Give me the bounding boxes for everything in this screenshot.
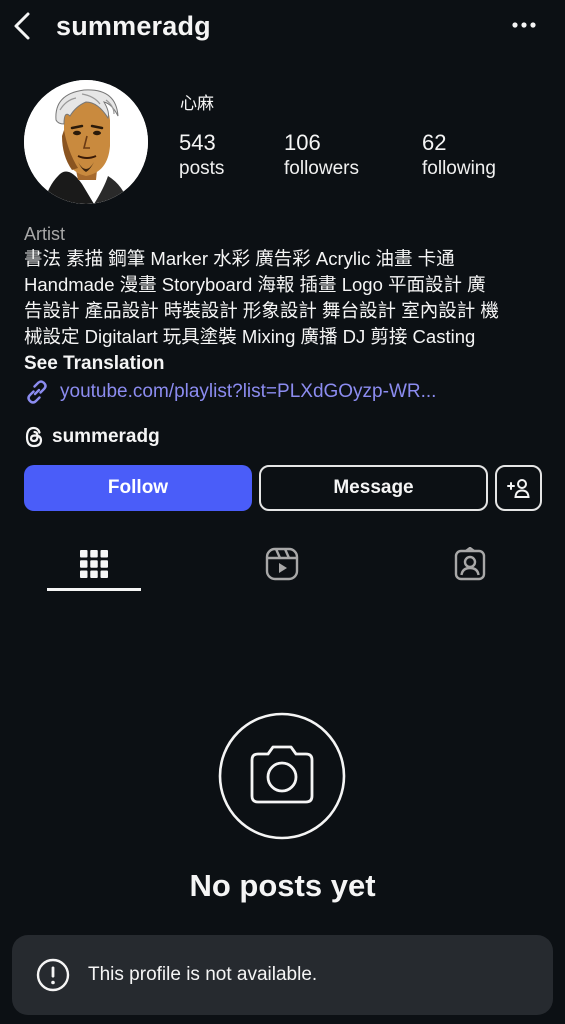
profile-bio: 書法 素描 鋼筆 Marker 水彩 廣告彩 Acrylic 油畫 卡通 Han… bbox=[24, 246, 544, 350]
profile-link[interactable]: youtube.com/playlist?list=PLXdGOyzp-WR..… bbox=[24, 378, 436, 406]
tab-posts-grid[interactable] bbox=[47, 540, 141, 588]
see-translation-link[interactable]: See Translation bbox=[24, 351, 164, 377]
profile-avatar[interactable] bbox=[24, 80, 148, 204]
camera-icon bbox=[218, 712, 346, 840]
exclamation-circle-icon bbox=[36, 958, 70, 992]
unavailable-profile-toast: This profile is not available. bbox=[12, 935, 553, 1015]
stat-value: 62 bbox=[422, 130, 447, 155]
bio-line: Handmade 漫畫 Storyboard 海報 插畫 Logo 平面設計 廣 bbox=[24, 274, 486, 295]
avatar-illustration bbox=[24, 80, 148, 204]
follow-button[interactable]: Follow bbox=[24, 465, 252, 511]
suggested-accounts-button[interactable] bbox=[495, 465, 542, 511]
add-person-icon bbox=[506, 479, 530, 498]
reels-icon bbox=[265, 547, 299, 581]
followers-count[interactable]: 106 followers bbox=[284, 130, 359, 182]
more-options-button[interactable] bbox=[506, 10, 542, 40]
stat-label: followers bbox=[284, 158, 359, 179]
tagged-person-icon bbox=[454, 547, 486, 581]
bio-line: 械設定 Digitalart 玩具塗裝 Mixing 廣播 DJ 剪接 Cast… bbox=[24, 326, 476, 347]
tab-reels[interactable] bbox=[235, 540, 329, 588]
bio-line: 告設計 產品設計 時裝設計 形象設計 舞台設計 室內設計 機 bbox=[24, 300, 499, 321]
no-posts-text: No posts yet bbox=[189, 868, 376, 903]
profile-category: Artist bbox=[24, 224, 66, 244]
grid-icon bbox=[80, 550, 108, 578]
stat-label: posts bbox=[179, 158, 225, 179]
message-button[interactable]: Message bbox=[259, 465, 488, 511]
profile-link-text[interactable]: youtube.com/playlist?list=PLXdGOyzp-WR..… bbox=[60, 378, 436, 406]
profile-display-name: 心麻 bbox=[180, 94, 214, 113]
no-posts-camera-badge bbox=[218, 712, 346, 840]
active-tab-indicator bbox=[47, 588, 141, 591]
tab-tagged[interactable] bbox=[423, 540, 517, 588]
stat-value: 543 bbox=[179, 130, 216, 155]
link-icon bbox=[27, 380, 47, 404]
chevron-left-icon bbox=[14, 12, 30, 40]
stat-value: 106 bbox=[284, 130, 321, 155]
posts-count: 543 posts bbox=[179, 130, 224, 182]
bio-line: 書法 素描 鋼筆 Marker 水彩 廣告彩 Acrylic 油畫 卡通 bbox=[24, 248, 455, 269]
toast-message: This profile is not available. bbox=[88, 964, 318, 985]
more-dots-icon bbox=[512, 22, 536, 28]
stat-label: following bbox=[422, 158, 496, 179]
threads-badge[interactable]: summeradg bbox=[24, 423, 160, 451]
following-count[interactable]: 62 following bbox=[422, 130, 496, 182]
threads-handle: summeradg bbox=[52, 426, 160, 447]
profile-username-title: summeradg bbox=[56, 11, 211, 41]
threads-icon bbox=[25, 426, 43, 448]
back-button[interactable] bbox=[8, 8, 40, 44]
